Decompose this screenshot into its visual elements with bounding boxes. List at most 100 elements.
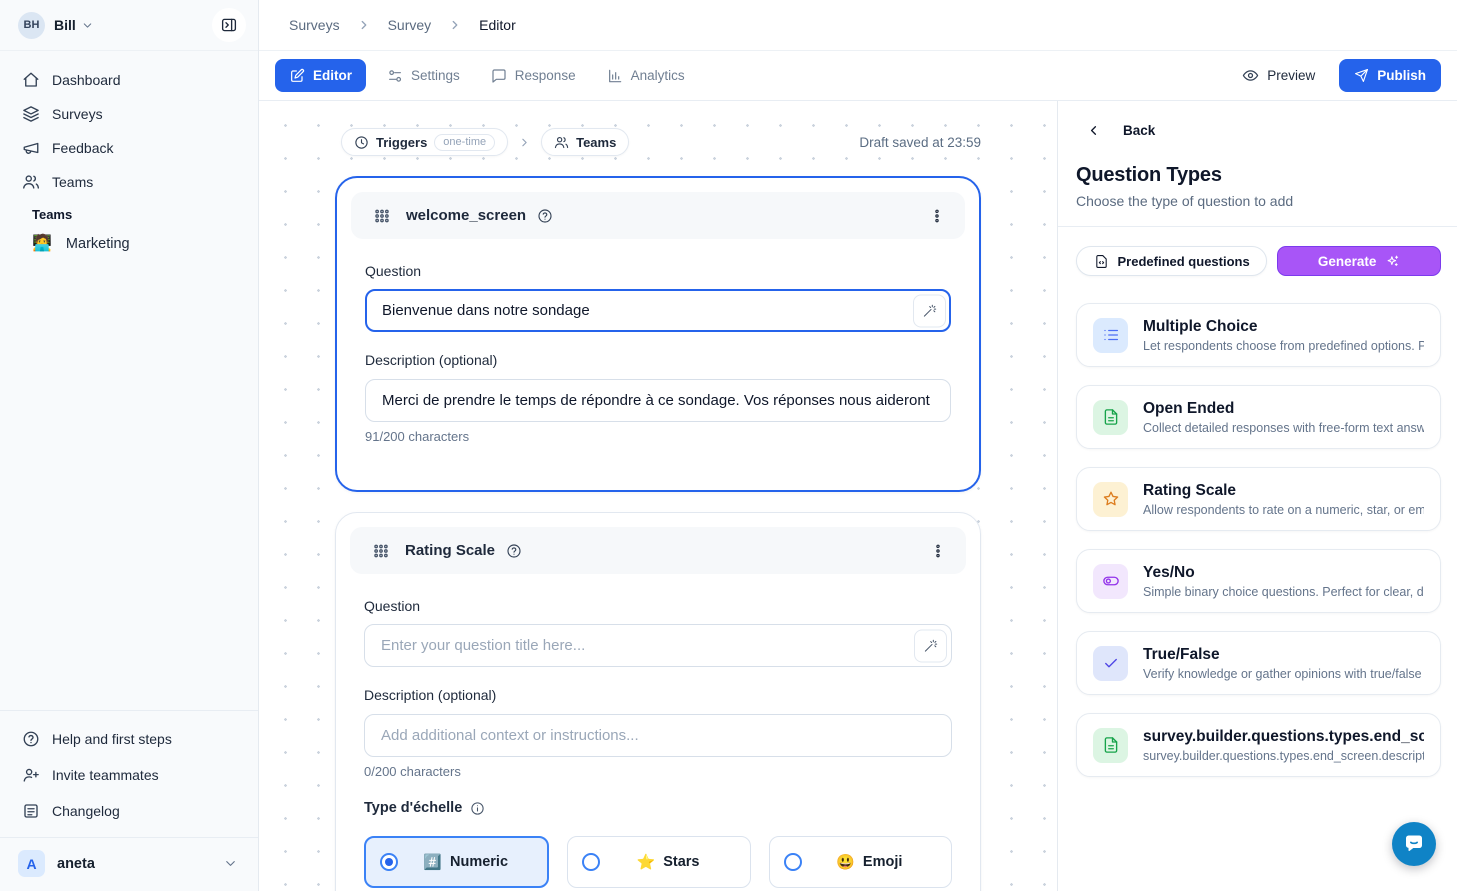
sliders-icon (387, 68, 403, 84)
tab-editor[interactable]: Editor (275, 59, 366, 92)
type-desc: survey.builder.questions.types.end_scree… (1143, 749, 1424, 763)
preview-label: Preview (1267, 68, 1315, 83)
tab-label: Settings (411, 68, 460, 83)
description-input[interactable] (365, 379, 951, 422)
chevron-right-icon (518, 136, 531, 149)
sidebar-item-feedback[interactable]: Feedback (10, 131, 248, 165)
draft-status: Draft saved at 23:59 (859, 135, 981, 150)
megaphone-icon (22, 139, 40, 157)
description-input[interactable] (364, 714, 952, 757)
type-desc: Let respondents choose from predefined o… (1143, 339, 1424, 353)
sidebar-item-team-marketing[interactable]: 🧑‍💻 Marketing (10, 226, 248, 262)
home-icon (22, 71, 40, 89)
type-desc: Allow respondents to rate on a numeric, … (1143, 503, 1424, 517)
app-root: BH Bill Dashboard Surveys Feedback T (0, 0, 1457, 891)
account-switcher[interactable]: BH Bill (0, 0, 258, 51)
scale-option-numeric[interactable]: #️⃣ Numeric (364, 836, 549, 888)
toggle-icon (1093, 564, 1128, 599)
sidebar: BH Bill Dashboard Surveys Feedback T (0, 0, 259, 891)
help-circle-icon (22, 730, 40, 748)
predefined-label: Predefined questions (1118, 254, 1250, 269)
sidebar-item-label: Help and first steps (52, 731, 172, 747)
card-header[interactable]: welcome_screen (351, 192, 965, 239)
scale-option-stars[interactable]: ⭐ Stars (567, 836, 750, 888)
org-switcher[interactable]: A aneta (0, 837, 258, 891)
panel-subtitle: Choose the type of question to add (1076, 193, 1441, 209)
org-name: aneta (57, 856, 95, 872)
question-input[interactable] (365, 289, 951, 332)
question-type-yes-no[interactable]: Yes/No Simple binary choice questions. P… (1076, 549, 1441, 613)
tab-label: Analytics (631, 68, 685, 83)
chevron-right-icon (357, 18, 371, 32)
bar-chart-icon (607, 68, 623, 84)
sidebar-item-changelog[interactable]: Changelog (10, 793, 248, 829)
publish-button[interactable]: Publish (1339, 59, 1441, 92)
pencil-icon (289, 68, 305, 84)
preview-button[interactable]: Preview (1232, 59, 1325, 92)
question-card-rating-scale[interactable]: Rating Scale Question (335, 512, 981, 891)
chat-launcher-button[interactable] (1392, 822, 1436, 866)
question-type-open-ended[interactable]: Open Ended Collect detailed responses wi… (1076, 385, 1441, 449)
tab-settings[interactable]: Settings (377, 59, 470, 92)
question-type-end-screen[interactable]: survey.builder.questions.types.end_scr..… (1076, 713, 1441, 777)
drag-handle-icon[interactable] (373, 207, 391, 225)
clock-icon (354, 135, 369, 150)
teams-chip-label: Teams (576, 135, 616, 150)
sidebar-item-teams[interactable]: Teams (10, 165, 248, 199)
editor-toolbar: Editor Settings Response Analytics Previ… (259, 51, 1457, 101)
question-type-list: Multiple Choice Let respondents choose f… (1076, 303, 1441, 777)
question-type-multiple-choice[interactable]: Multiple Choice Let respondents choose f… (1076, 303, 1441, 367)
card-title: Rating Scale (405, 542, 495, 559)
teams-section-header: Teams (10, 199, 248, 226)
sidebar-item-invite[interactable]: Invite teammates (10, 757, 248, 793)
help-circle-icon (537, 208, 553, 224)
avatar: BH (18, 12, 45, 39)
back-button[interactable]: Back (1076, 123, 1441, 138)
question-label: Question (364, 598, 952, 614)
sidebar-item-help[interactable]: Help and first steps (10, 721, 248, 757)
back-label: Back (1123, 123, 1155, 138)
sidebar-item-dashboard[interactable]: Dashboard (10, 63, 248, 97)
scale-option-label: Emoji (863, 854, 902, 870)
send-icon (1354, 68, 1369, 83)
info-icon (470, 801, 485, 816)
predefined-questions-button[interactable]: Predefined questions (1076, 246, 1267, 276)
breadcrumb-editor: Editor (479, 17, 516, 33)
question-input[interactable] (364, 624, 952, 667)
sidebar-collapse-button[interactable] (212, 8, 246, 42)
scale-option-label: Numeric (450, 854, 508, 870)
canvas-header-row: Triggers one-time Teams Draft saved at 2… (335, 128, 981, 156)
breadcrumb-surveys[interactable]: Surveys (289, 17, 340, 33)
question-type-true-false[interactable]: True/False Verify knowledge or gather op… (1076, 631, 1441, 695)
sidebar-item-surveys[interactable]: Surveys (10, 97, 248, 131)
one-time-badge: one-time (434, 134, 495, 151)
ai-rewrite-button[interactable] (914, 629, 947, 662)
generate-button[interactable]: Generate (1277, 246, 1441, 276)
editor-canvas: Triggers one-time Teams Draft saved at 2… (259, 101, 1057, 891)
sidebar-footer: Help and first steps Invite teammates Ch… (0, 710, 258, 891)
question-card-welcome-screen[interactable]: welcome_screen Question (335, 176, 981, 492)
drag-handle-icon[interactable] (372, 542, 390, 560)
tab-analytics[interactable]: Analytics (597, 59, 695, 92)
account-name: Bill (54, 17, 76, 33)
chevron-left-icon (1086, 123, 1101, 138)
keycap-hash-emoji: #️⃣ (423, 855, 442, 870)
scale-option-emoji[interactable]: 😃 Emoji (769, 836, 952, 888)
char-count: 91/200 characters (365, 429, 951, 444)
question-type-rating-scale[interactable]: Rating Scale Allow respondents to rate o… (1076, 467, 1441, 531)
tab-response[interactable]: Response (481, 59, 586, 92)
layers-icon (22, 105, 40, 123)
type-title: Yes/No (1143, 564, 1424, 582)
card-menu-button[interactable] (926, 539, 950, 563)
card-header[interactable]: Rating Scale (350, 527, 966, 574)
card-menu-button[interactable] (925, 204, 949, 228)
triggers-chip[interactable]: Triggers one-time (341, 128, 508, 156)
type-desc: Verify knowledge or gather opinions with… (1143, 667, 1424, 681)
teams-chip[interactable]: Teams (541, 128, 629, 156)
file-code-icon (1094, 254, 1109, 269)
ai-rewrite-button[interactable] (913, 294, 946, 327)
help-circle-icon (506, 543, 522, 559)
breadcrumb-survey[interactable]: Survey (388, 17, 432, 33)
char-count: 0/200 characters (364, 764, 952, 779)
panel-title: Question Types (1076, 164, 1441, 187)
